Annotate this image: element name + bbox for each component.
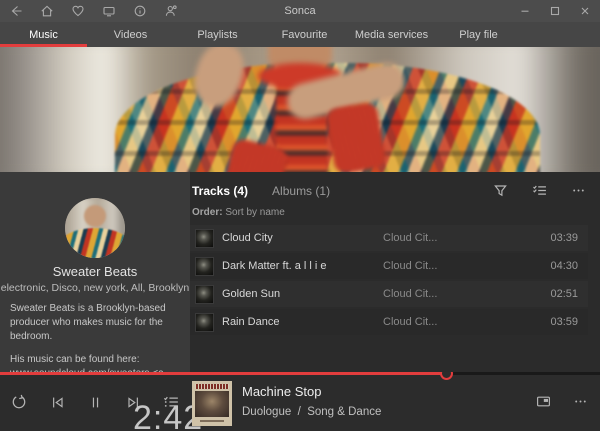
favourites-button[interactable]	[62, 0, 93, 22]
track-title: Golden Sun	[222, 288, 383, 300]
track-thumbnail	[195, 229, 214, 248]
track-duration: 02:51	[533, 288, 588, 300]
now-playing-artist-album: Duologue / Song & Dance	[242, 406, 381, 418]
track-row[interactable]: Cloud City Cloud Cit... 03:39	[190, 225, 588, 251]
main-content: Sweater Beats electronic, Disco, new yor…	[0, 172, 600, 372]
track-album: Cloud Cit...	[383, 232, 533, 244]
artist-avatar	[65, 198, 125, 258]
tab-music[interactable]: Music	[0, 22, 87, 47]
artist-hero-image	[0, 47, 600, 172]
tab-play-file[interactable]: Play file	[435, 22, 522, 47]
library-panel: Tracks (4) Albums (1) Order: Sort by nam…	[190, 172, 600, 372]
track-duration: 03:39	[533, 232, 588, 244]
artist-name: Sweater Beats	[0, 264, 190, 279]
sort-order-label[interactable]: Order: Sort by name	[190, 198, 600, 225]
track-list: Cloud City Cloud Cit... 03:39 Dark Matte…	[190, 225, 600, 335]
mini-player-icon[interactable]	[536, 394, 551, 409]
tab-albums[interactable]: Albums (1)	[272, 184, 330, 198]
pause-icon	[88, 395, 103, 410]
artist-genres: electronic, Disco, new york, All, Brookl…	[0, 282, 190, 294]
more-icon[interactable]	[571, 183, 586, 198]
player-right-actions	[536, 394, 588, 409]
track-title: Cloud City	[222, 232, 383, 244]
hero-right-cuff	[325, 101, 388, 172]
multiselect-icon[interactable]	[532, 183, 547, 198]
cast-button[interactable]	[93, 0, 124, 22]
player-bar: 2:42 Machine Stop Duologue / Song & Danc…	[0, 372, 600, 431]
artist-view-button[interactable]	[155, 0, 186, 22]
pause-button[interactable]	[76, 387, 114, 417]
seek-bar[interactable]	[0, 372, 600, 375]
track-thumbnail	[195, 285, 214, 304]
home-button[interactable]	[31, 0, 62, 22]
repeat-icon	[11, 394, 27, 410]
artist-panel: Sweater Beats electronic, Disco, new yor…	[0, 172, 190, 372]
app-window: Sonca	[0, 0, 600, 431]
track-album: Cloud Cit...	[383, 316, 533, 328]
track-duration: 04:30	[533, 260, 588, 272]
now-playing-title: Machine Stop	[242, 384, 381, 399]
track-thumbnail	[195, 313, 214, 332]
back-button[interactable]	[0, 0, 31, 22]
nav-tabbar: Music Videos Playlists Favourite Media s…	[0, 22, 600, 47]
info-icon	[133, 4, 147, 18]
track-duration: 03:59	[533, 316, 588, 328]
minimize-icon	[519, 5, 531, 17]
tab-tracks[interactable]: Tracks (4)	[192, 184, 248, 198]
artist-bio: Sweater Beats is a Brooklyn-based produc…	[10, 302, 180, 372]
maximize-button[interactable]	[540, 0, 570, 22]
minimize-button[interactable]	[510, 0, 540, 22]
repeat-button[interactable]	[0, 387, 38, 417]
track-row[interactable]: Golden Sun Cloud Cit... 02:51	[190, 281, 588, 307]
track-album: Cloud Cit...	[383, 260, 533, 272]
now-playing-art[interactable]	[192, 381, 232, 426]
track-row[interactable]: Dark Matter ft. a l l i e Cloud Cit... 0…	[190, 253, 588, 279]
tab-videos[interactable]: Videos	[87, 22, 174, 47]
cast-device-icon	[102, 4, 116, 18]
track-row[interactable]: Rain Dance Cloud Cit... 03:59	[190, 309, 588, 335]
tab-playlists[interactable]: Playlists	[174, 22, 261, 47]
track-title: Dark Matter ft. a l l i e	[222, 260, 383, 272]
close-button[interactable]	[570, 0, 600, 22]
previous-icon	[50, 395, 65, 410]
tab-favourite[interactable]: Favourite	[261, 22, 348, 47]
artist-bio-paragraph: His music can be found here: www.soundcl…	[10, 353, 180, 372]
track-title: Rain Dance	[222, 316, 383, 328]
heart-icon	[71, 4, 85, 18]
previous-button[interactable]	[38, 387, 76, 417]
maximize-icon	[549, 5, 561, 17]
player-more-icon[interactable]	[573, 394, 588, 409]
track-album: Cloud Cit...	[383, 288, 533, 300]
track-thumbnail	[195, 257, 214, 276]
artist-person-icon	[164, 4, 178, 18]
library-header: Tracks (4) Albums (1)	[190, 172, 600, 198]
titlebar: Sonca	[0, 0, 600, 22]
home-icon	[40, 4, 54, 18]
info-button[interactable]	[124, 0, 155, 22]
now-playing-info: Machine Stop Duologue / Song & Dance	[242, 384, 381, 418]
tab-media-services[interactable]: Media services	[348, 22, 435, 47]
close-icon	[579, 5, 591, 17]
back-icon	[9, 4, 23, 18]
filter-icon[interactable]	[493, 183, 508, 198]
progress-fill	[0, 372, 447, 375]
progress-handle[interactable]	[440, 372, 453, 380]
artist-bio-paragraph: Sweater Beats is a Brooklyn-based produc…	[10, 302, 180, 344]
